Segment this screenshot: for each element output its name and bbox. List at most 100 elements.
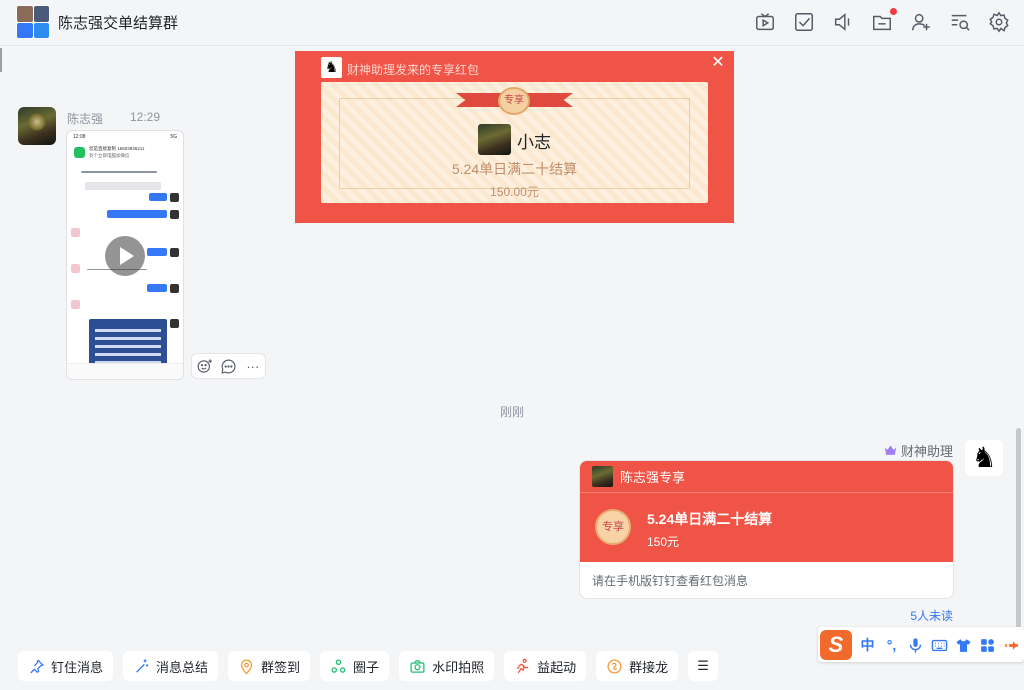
group-title[interactable]: 陈志强交单结算群	[58, 12, 178, 33]
unread-count-link[interactable]: 5人未读	[910, 607, 953, 624]
circle-icon	[330, 658, 347, 675]
todo-icon[interactable]	[793, 11, 815, 33]
group-checkin-button[interactable]: 群签到	[228, 651, 311, 681]
camera-icon	[409, 658, 426, 675]
play-icon[interactable]	[105, 236, 145, 276]
red-packet-card[interactable]: 专享 小志 5.24单日满二十结算 150.00元	[321, 82, 708, 203]
thumb-avatar	[170, 193, 179, 202]
thumb-bubble	[85, 182, 161, 190]
pin-message-label: 钉住消息	[51, 659, 104, 675]
add-member-icon[interactable]	[910, 11, 932, 33]
red-packet-amount: 150元	[647, 535, 680, 549]
red-packet-description: 5.24单日满二十结算	[451, 161, 578, 177]
thumb-avatar	[170, 284, 179, 293]
thumb-header-line1: 您是直接复制 16603936211	[89, 146, 145, 151]
recipient-avatar	[478, 124, 511, 155]
voice-icon[interactable]	[832, 11, 854, 33]
chain-icon	[606, 658, 623, 675]
popup-title: 财神助理发来的专享红包	[347, 63, 480, 77]
red-packet-footer: 请在手机版钉钉查看红包消息	[592, 574, 749, 588]
thumb-avatar	[71, 264, 80, 273]
time-divider: 刚刚	[499, 405, 524, 419]
thumb-bubble	[147, 248, 167, 256]
close-icon[interactable]: ✕	[708, 53, 728, 73]
assistant-avatar[interactable]: ♞	[965, 440, 1003, 476]
thumb-chat-header: 您是直接复制 16603936211 有个立即电脑加微信	[71, 143, 179, 165]
tool-icon[interactable]	[1003, 635, 1020, 655]
red-packet-amount: 150.00元	[490, 185, 539, 199]
circle-label: 圈子	[353, 659, 380, 675]
folder-icon[interactable]	[871, 8, 897, 33]
notification-dot	[890, 8, 897, 15]
thumb-input-bar	[67, 363, 183, 379]
thumb-header-line2: 有个立即电脑加微信	[89, 153, 130, 158]
thumb-bubble	[149, 193, 167, 201]
grid-icon[interactable]	[979, 635, 996, 655]
message-summary-label: 消息总结	[156, 659, 209, 675]
add-reaction-icon[interactable]	[195, 357, 213, 375]
yiqidong-button[interactable]: 益起动	[504, 651, 587, 681]
group-avatar[interactable]	[16, 5, 50, 39]
thumb-avatar	[71, 228, 80, 237]
watermark-camera-button[interactable]: 水印拍照	[399, 651, 495, 681]
keyboard-icon[interactable]	[931, 635, 948, 655]
crown-icon	[884, 445, 897, 455]
scrollbar[interactable]	[1016, 428, 1021, 628]
group-chain-label: 群接龙	[629, 659, 669, 675]
recipient-avatar	[592, 466, 613, 487]
ribbon: 专享	[456, 87, 573, 115]
pin-message-button[interactable]: 钉住消息	[18, 651, 114, 681]
ime-language-toggle[interactable]: 中	[859, 635, 876, 655]
circle-button[interactable]: 圈子	[320, 651, 390, 681]
sender-name: 陈志强	[67, 112, 104, 126]
assistant-name: 财神助理	[900, 444, 953, 459]
mic-icon[interactable]	[907, 635, 924, 655]
sender-avatar[interactable]	[18, 107, 56, 145]
video-message-thumbnail[interactable]: 12:08 5G 您是直接复制 16603936211 有个立即电脑加微信	[66, 130, 184, 380]
watermark-camera-label: 水印拍照	[432, 659, 485, 675]
message-time: 12:29	[130, 110, 161, 124]
bottom-toolbar: 钉住消息 消息总结 群签到 圈子 水印拍照 益起动 群接龙 ☰	[18, 651, 719, 681]
exclusive-seal: 专享	[595, 509, 631, 545]
thumb-bubble	[107, 210, 167, 218]
yiqidong-label: 益起动	[537, 659, 577, 675]
ime-toolbar: S 中 °,	[818, 627, 1024, 662]
message-actions: ···	[191, 353, 266, 379]
thumb-avatar	[170, 248, 179, 257]
red-packet-popup: ♞ 财神助理发来的专享红包 ✕ 专享 小志 5.24单日满二十结算 150.00…	[295, 51, 734, 223]
sogou-logo-icon[interactable]: S	[820, 629, 852, 660]
thumb-status-right: 5G	[170, 134, 177, 140]
ime-punctuation-toggle[interactable]: °,	[883, 635, 900, 655]
red-packet-top: 陈志强专享 专享 5.24单日满二十结算 150元	[580, 461, 953, 562]
recipient-name: 小志	[517, 133, 551, 152]
shirt-icon[interactable]	[955, 635, 972, 655]
thumb-avatar	[170, 319, 179, 328]
red-packet-description: 5.24单日满二十结算	[647, 511, 773, 527]
sparkle-icon	[133, 658, 150, 675]
more-actions-icon[interactable]: ···	[244, 357, 262, 375]
group-chain-button[interactable]: 群接龙	[596, 651, 679, 681]
ribbon-seal: 专享	[498, 87, 530, 115]
pin-icon	[28, 658, 45, 675]
thumb-bubble	[147, 284, 167, 292]
thumb-avatar	[71, 300, 80, 309]
message-summary-button[interactable]: 消息总结	[123, 651, 219, 681]
thumb-status-time: 12:08	[73, 134, 86, 140]
live-icon[interactable]	[754, 11, 776, 33]
settings-icon[interactable]	[988, 11, 1010, 33]
location-icon	[238, 658, 255, 675]
thumb-avatar	[170, 210, 179, 219]
thumb-line	[81, 171, 157, 173]
wechat-icon	[74, 147, 85, 158]
chat-header: 陈志强交单结算群	[0, 0, 1024, 46]
group-checkin-label: 群签到	[261, 659, 301, 675]
more-tools-button[interactable]: ☰	[688, 651, 719, 681]
header-toolbar	[754, 8, 1010, 33]
reply-icon[interactable]	[219, 357, 237, 375]
run-icon	[514, 658, 531, 675]
search-history-icon[interactable]	[949, 11, 971, 33]
assistant-avatar: ♞	[321, 57, 342, 78]
red-packet-message[interactable]: 陈志强专享 专享 5.24单日满二十结算 150元 请在手机版钉钉查看红包消息	[579, 460, 954, 599]
red-packet-title: 陈志强专享	[620, 470, 686, 485]
assistant-sender: 财神助理	[883, 441, 953, 460]
